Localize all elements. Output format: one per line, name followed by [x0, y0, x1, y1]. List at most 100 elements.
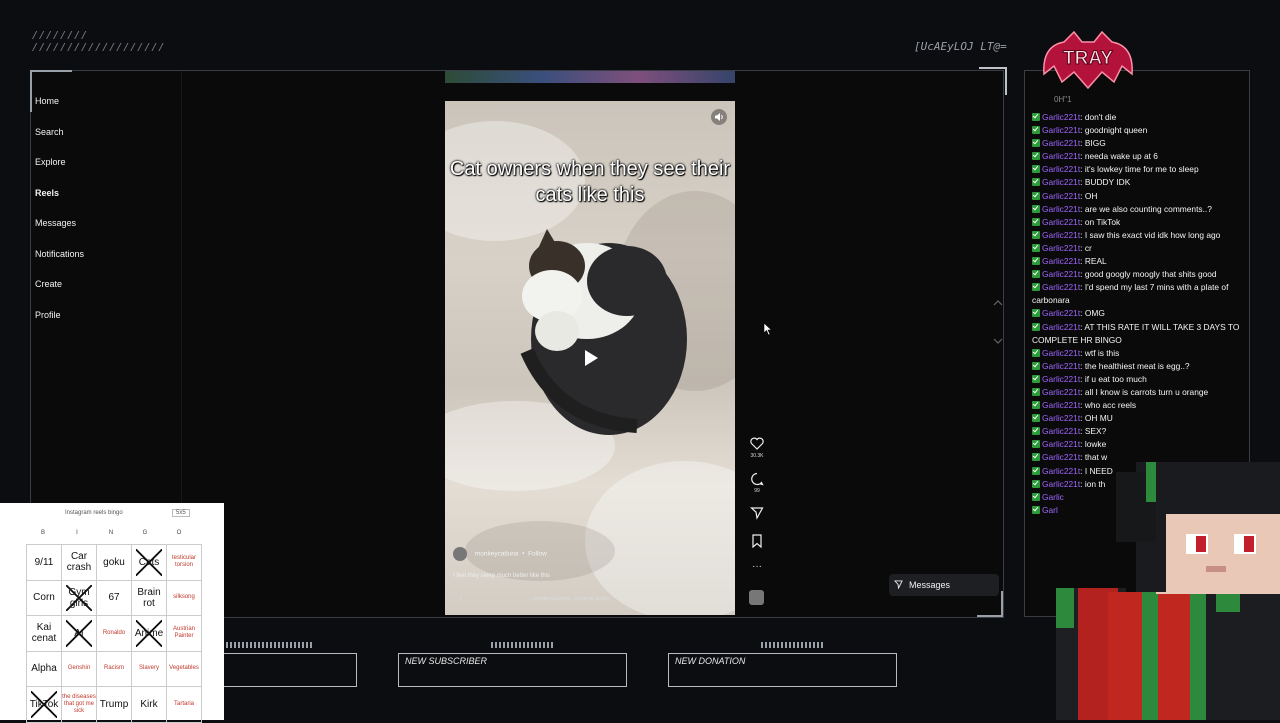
chevron-down-icon[interactable]: [993, 337, 1003, 345]
chat-messages: Garlic221t: don't die Garlic221t: goodnig…: [1032, 111, 1240, 517]
chat-username[interactable]: Garlic221t: [1042, 125, 1080, 135]
bingo-cell: Alpha: [26, 650, 62, 687]
play-icon[interactable]: [583, 349, 599, 367]
chat-username[interactable]: Garlic221t: [1042, 322, 1080, 332]
chat-username[interactable]: Garlic221t: [1042, 230, 1080, 240]
chat-username[interactable]: Garlic221t: [1042, 164, 1080, 174]
chat-username[interactable]: Garlic221t: [1042, 138, 1080, 148]
chat-message: Garlic221t: needa wake up at 6: [1032, 150, 1240, 163]
chat-message: Garlic221t: are we also counting comment…: [1032, 203, 1240, 216]
chat-username[interactable]: Garlic221t: [1042, 361, 1080, 371]
verified-check-icon: [1032, 152, 1040, 161]
author-avatar[interactable]: [453, 547, 467, 561]
bingo-row: Kai cenat AI Ronaldo Anime Austrian Painter: [26, 615, 202, 652]
streamer-avatar: [1056, 462, 1280, 720]
chat-username[interactable]: Garlic221t: [1042, 112, 1080, 122]
bingo-cell: Ronaldo: [96, 615, 132, 652]
chat-message: Garlic221t: on TikTok: [1032, 216, 1240, 229]
alert-new-donation-label: NEW DONATION: [675, 656, 746, 666]
chat-username[interactable]: Garlic221t: [1042, 413, 1080, 423]
chat-text: all I know is carrots turn u orange: [1084, 386, 1209, 397]
sound-icon[interactable]: [711, 109, 727, 125]
verified-check-icon: [1032, 322, 1040, 331]
author-username[interactable]: monkeycatluna: [475, 551, 519, 558]
chevron-up-icon[interactable]: [993, 299, 1003, 307]
bingo-col-g: G: [142, 530, 148, 536]
sidebar-item-explore[interactable]: Explore: [31, 150, 181, 181]
alert-new-subscriber-label: NEW SUBSCRIBER: [405, 656, 488, 666]
bingo-cell: Kai cenat: [26, 615, 62, 652]
verified-check-icon: [1032, 453, 1040, 462]
chat-username[interactable]: Garlic221t: [1042, 374, 1080, 384]
chat-text: who acc reels: [1084, 400, 1137, 411]
chat-username[interactable]: Garlic221t: [1042, 256, 1080, 266]
messages-button[interactable]: Messages: [889, 574, 999, 596]
chat-username[interactable]: Garlic221t: [1042, 308, 1080, 318]
chat-username[interactable]: Garlic221t: [1042, 348, 1080, 358]
frame-corner-top-right: [979, 67, 1007, 95]
chat-username[interactable]: Garlic221t: [1042, 400, 1080, 410]
chat-username[interactable]: Garlic221t: [1042, 243, 1080, 253]
chat-text: on TikTok: [1084, 216, 1121, 227]
verified-check-icon: [1032, 217, 1040, 226]
chat-message: Garlic221t: BUDDY IDK: [1032, 176, 1240, 189]
audio-thumb-icon[interactable]: [749, 590, 764, 605]
sidebar-item-home[interactable]: Home: [31, 89, 181, 120]
bingo-size-badge: 5x5: [172, 509, 190, 517]
chat-username[interactable]: Garlic221t: [1042, 191, 1080, 201]
verified-check-icon: [1032, 427, 1040, 436]
comment-icon[interactable]: [750, 472, 764, 486]
bingo-cell: Car crash: [61, 544, 97, 581]
chat-username[interactable]: Garlic221t: [1042, 452, 1080, 462]
bingo-col-o: O: [176, 530, 182, 536]
follow-button[interactable]: Follow: [528, 551, 547, 558]
reel-video[interactable]: Cat owners when they see their cats like…: [445, 101, 735, 615]
sidebar-item-reels[interactable]: Reels: [31, 181, 181, 212]
chat-text: OH MU: [1084, 413, 1113, 424]
sidebar-item-search[interactable]: Search: [31, 120, 181, 151]
chat-message: Garlic221t: lowke: [1032, 438, 1240, 451]
chat-username[interactable]: Garlic221t: [1042, 426, 1080, 436]
chat-username[interactable]: Garlic221t: [1042, 177, 1080, 187]
bingo-cell: Brain rot: [131, 579, 167, 616]
deco-code-text: [UcAEyLOJ LT@=: [914, 40, 1007, 53]
sidebar-item-create[interactable]: Create: [31, 272, 181, 303]
comment-count: 99: [754, 488, 760, 494]
bingo-cell: AI: [61, 615, 97, 652]
sidebar-nav: Home Search Explore Reels Messages Notif…: [31, 89, 181, 333]
chat-username[interactable]: Garlic221t: [1042, 204, 1080, 214]
bingo-cell: Austrian Painter: [166, 615, 202, 652]
chat-text: needa wake up at 6: [1084, 151, 1158, 162]
previous-reel-preview[interactable]: [445, 71, 735, 83]
like-count: 30.3K: [750, 453, 764, 459]
sidebar-item-notifications[interactable]: Notifications: [31, 242, 181, 273]
more-icon[interactable]: ···: [749, 561, 765, 572]
alert-deco-bars: [226, 642, 312, 648]
bingo-cell: TikTok: [26, 686, 62, 723]
chat-message: Garlic221t: SEX?: [1032, 425, 1240, 438]
messages-button-label: Messages: [909, 580, 951, 590]
bingo-cell: Slavery: [131, 650, 167, 687]
share-icon[interactable]: [750, 506, 764, 520]
reel-description[interactable]: I feel they sleep much better like this: [453, 573, 550, 579]
chat-username[interactable]: Garlic221t: [1042, 282, 1080, 292]
chat-username[interactable]: Garlic221t: [1042, 387, 1080, 397]
reel-audio-label[interactable]: monkeycatluna · Original audio: [533, 596, 609, 602]
verified-check-icon: [1032, 230, 1040, 239]
chat-message: Garlic221t: cr: [1032, 242, 1240, 255]
chat-header-text: 0H"1: [1054, 95, 1072, 104]
reel-caption: Cat owners when they see their cats like…: [449, 158, 731, 206]
chat-username[interactable]: Garlic221t: [1042, 439, 1080, 449]
verified-check-icon: [1032, 243, 1040, 252]
chat-username[interactable]: Garlic221t: [1042, 217, 1080, 227]
bookmark-icon[interactable]: [751, 534, 763, 548]
bingo-cell: testicular torsion: [166, 544, 202, 581]
sidebar-item-messages[interactable]: Messages: [31, 211, 181, 242]
chat-text: cr: [1084, 242, 1092, 253]
sidebar-item-profile[interactable]: Profile: [31, 303, 181, 334]
chat-username[interactable]: Garlic221t: [1042, 269, 1080, 279]
heart-icon[interactable]: [750, 437, 764, 450]
chat-username[interactable]: Garlic221t: [1042, 151, 1080, 161]
verified-check-icon: [1032, 492, 1040, 501]
chat-text: good googly moogly that shits good: [1084, 269, 1217, 280]
